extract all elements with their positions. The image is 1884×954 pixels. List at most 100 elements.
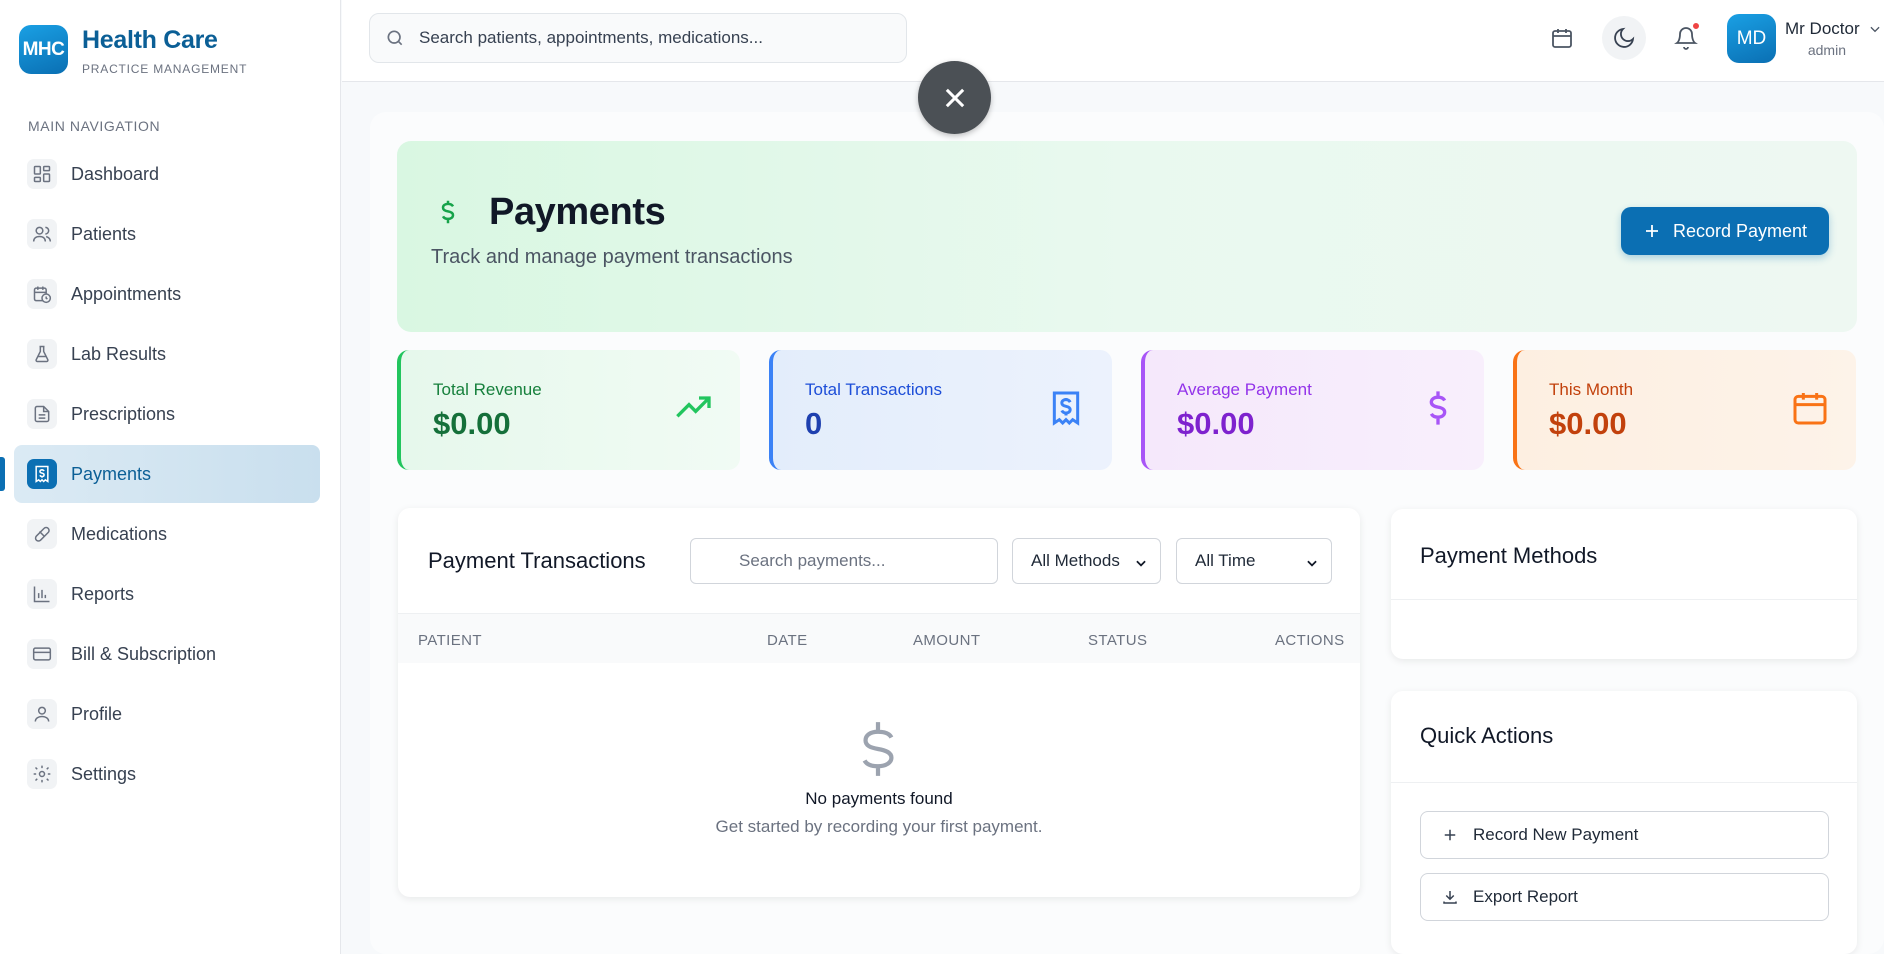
chevron-down-icon bbox=[1136, 560, 1146, 567]
bar-chart-icon bbox=[27, 579, 57, 609]
column-header-date[interactable]: DATE bbox=[767, 632, 808, 649]
close-button[interactable] bbox=[918, 61, 991, 134]
plus-icon bbox=[1444, 829, 1456, 841]
search-input[interactable] bbox=[419, 28, 879, 48]
divider bbox=[1391, 599, 1857, 600]
time-filter-value: All Time bbox=[1195, 551, 1256, 570]
nav-section-label: MAIN NAVIGATION bbox=[28, 118, 161, 134]
trending-up-icon bbox=[676, 396, 711, 418]
sidebar-item-label: Bill & Subscription bbox=[71, 643, 217, 664]
global-search[interactable] bbox=[369, 13, 907, 63]
payment-transactions-card: Payment Transactions All Methods All Tim… bbox=[398, 508, 1360, 897]
dollar-icon bbox=[862, 722, 894, 776]
pill-icon bbox=[27, 519, 57, 549]
avatar[interactable]: MD bbox=[1727, 14, 1776, 63]
user-icon bbox=[27, 699, 57, 729]
sidebar-item-label: Settings bbox=[71, 763, 137, 784]
sidebar-item-label: Profile bbox=[71, 703, 123, 724]
notification-dot bbox=[1691, 21, 1701, 31]
page-subtitle: Track and manage payment transactions bbox=[431, 246, 793, 268]
sidebar-item-bill-subscription[interactable]: Bill & Subscription bbox=[14, 625, 320, 683]
calendar-icon bbox=[1793, 393, 1827, 425]
sidebar-item-lab-results[interactable]: Lab Results bbox=[14, 325, 320, 383]
user-role: admin bbox=[1807, 42, 1846, 58]
brand-subtitle: PRACTICE MANAGEMENT bbox=[82, 62, 248, 76]
sidebar-item-reports[interactable]: Reports bbox=[14, 565, 320, 623]
stat-average-payment: Average Payment $0.00 bbox=[1141, 350, 1484, 470]
user-name[interactable]: Mr Doctor bbox=[1785, 19, 1860, 39]
dollar-icon bbox=[441, 200, 455, 224]
download-icon bbox=[1443, 891, 1457, 904]
stat-value: $0.00 bbox=[1177, 406, 1255, 441]
plus-icon bbox=[1645, 225, 1658, 237]
flask-icon bbox=[27, 339, 57, 369]
sidebar-item-profile[interactable]: Profile bbox=[14, 685, 320, 743]
stat-label: Total Revenue bbox=[433, 380, 542, 399]
sidebar-item-label: Payments bbox=[71, 463, 152, 484]
quick-actions-card: Quick Actions Record New Payment Export … bbox=[1391, 691, 1857, 954]
column-header-status[interactable]: STATUS bbox=[1088, 632, 1147, 649]
stat-this-month: This Month $0.00 bbox=[1513, 350, 1856, 470]
stat-value: $0.00 bbox=[433, 406, 511, 441]
record-payment-button[interactable]: Record Payment bbox=[1621, 207, 1829, 255]
receipt-dollar-icon bbox=[27, 459, 57, 489]
top-header: MD Mr Doctor admin bbox=[342, 0, 1884, 82]
users-icon bbox=[27, 219, 57, 249]
brand-logo: MHC bbox=[19, 25, 68, 74]
divider bbox=[1391, 782, 1857, 783]
dollar-icon bbox=[1429, 391, 1447, 425]
empty-state-subtitle: Get started by recording your first paym… bbox=[715, 817, 1043, 836]
sidebar-item-medications[interactable]: Medications bbox=[14, 505, 320, 563]
transactions-title: Payment Transactions bbox=[428, 548, 646, 573]
receipt-icon bbox=[1052, 391, 1080, 426]
stat-label: This Month bbox=[1549, 380, 1634, 399]
calendar-clock-icon bbox=[27, 279, 57, 309]
record-payment-label: Record Payment bbox=[1672, 220, 1808, 241]
notifications-button[interactable] bbox=[1664, 16, 1708, 60]
page-title: Payments bbox=[489, 191, 666, 233]
close-icon bbox=[945, 88, 964, 107]
sidebar-item-label: Reports bbox=[71, 583, 135, 604]
sidebar: MHC Health Care PRACTICE MANAGEMENT MAIN… bbox=[0, 0, 341, 954]
export-report-button[interactable]: Export Report bbox=[1420, 873, 1829, 921]
time-filter-select[interactable]: All Time bbox=[1176, 538, 1332, 584]
sidebar-item-settings[interactable]: Settings bbox=[14, 745, 320, 803]
sidebar-item-appointments[interactable]: Appointments bbox=[14, 265, 320, 323]
payments-search-input[interactable] bbox=[690, 538, 998, 584]
record-new-payment-button[interactable]: Record New Payment bbox=[1420, 811, 1829, 859]
credit-card-icon bbox=[27, 639, 57, 669]
gear-icon bbox=[27, 759, 57, 789]
column-header-actions: ACTIONS bbox=[1275, 632, 1345, 649]
stat-value: $0.00 bbox=[1549, 406, 1627, 441]
stat-total-transactions: Total Transactions 0 bbox=[769, 350, 1112, 470]
chevron-down-icon[interactable] bbox=[1868, 22, 1882, 36]
theme-toggle-button[interactable] bbox=[1602, 16, 1646, 60]
column-header-amount[interactable]: AMOUNT bbox=[913, 632, 980, 649]
sidebar-item-prescriptions[interactable]: Prescriptions bbox=[14, 385, 320, 443]
sidebar-item-label: Patients bbox=[71, 223, 137, 244]
payments-hero: Payments Track and manage payment transa… bbox=[397, 141, 1857, 332]
sidebar-item-dashboard[interactable]: Dashboard bbox=[14, 145, 320, 203]
calendar-icon bbox=[1552, 29, 1572, 48]
stat-total-revenue: Total Revenue $0.00 bbox=[397, 350, 740, 470]
chevron-down-icon bbox=[1307, 560, 1317, 567]
payment-methods-card: Payment Methods bbox=[1391, 509, 1857, 659]
brand[interactable]: MHC Health Care PRACTICE MANAGEMENT bbox=[19, 25, 247, 76]
record-new-payment-label: Record New Payment bbox=[1473, 825, 1639, 844]
stat-label: Total Transactions bbox=[805, 380, 943, 399]
stat-value: 0 bbox=[805, 406, 823, 441]
payment-methods-title: Payment Methods bbox=[1420, 543, 1598, 568]
table-header: PATIENT DATE AMOUNT STATUS ACTIONS bbox=[398, 613, 1360, 663]
calendar-button[interactable] bbox=[1540, 16, 1584, 60]
sidebar-item-patients[interactable]: Patients bbox=[14, 205, 320, 263]
brand-title: Health Care bbox=[82, 26, 218, 54]
method-filter-select[interactable]: All Methods bbox=[1012, 538, 1161, 584]
document-icon bbox=[27, 399, 57, 429]
dashboard-icon bbox=[27, 159, 57, 189]
main-navigation: Dashboard Patients Appointments Lab Resu… bbox=[0, 145, 320, 805]
sidebar-item-label: Prescriptions bbox=[71, 403, 176, 424]
column-header-patient[interactable]: PATIENT bbox=[418, 632, 482, 649]
export-report-label: Export Report bbox=[1473, 887, 1578, 906]
sidebar-item-payments[interactable]: Payments bbox=[0, 445, 320, 503]
search-icon bbox=[387, 30, 403, 46]
